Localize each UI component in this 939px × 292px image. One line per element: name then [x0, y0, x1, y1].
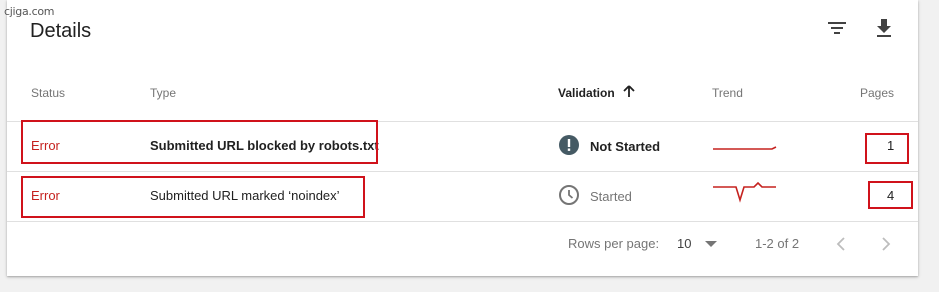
- watermark: cjiga.com: [4, 5, 55, 18]
- validation-cell: Started: [558, 184, 632, 209]
- clock-icon: [558, 184, 580, 209]
- details-card: Details Status Type Validation Trend Pag…: [7, 0, 918, 276]
- highlight-box: [868, 181, 913, 209]
- validation-label: Started: [590, 189, 632, 204]
- filter-icon: [827, 20, 847, 41]
- card-title: Details: [30, 20, 92, 42]
- rows-per-page-value: 10: [677, 236, 692, 251]
- highlight-box: [21, 176, 365, 218]
- table-bottom-divider: [7, 221, 918, 222]
- header-pages: Pages: [860, 86, 895, 100]
- trend-sparkline: [712, 180, 778, 207]
- chevron-right-icon: [881, 236, 891, 256]
- filter-button[interactable]: [823, 16, 851, 44]
- highlight-box: [21, 120, 378, 164]
- trend-sparkline: [712, 136, 778, 159]
- caret-down-icon: [705, 236, 718, 251]
- next-page-button[interactable]: [874, 234, 898, 258]
- validation-label: Not Started: [590, 139, 661, 154]
- pagination-range: 1-2 of 2: [755, 236, 800, 251]
- rows-per-page-label: Rows per page:: [568, 236, 660, 251]
- header-validation-label: Validation: [558, 86, 615, 100]
- highlight-box: [865, 133, 909, 164]
- header-validation[interactable]: Validation: [558, 85, 635, 101]
- arrow-up-icon: [623, 85, 635, 101]
- chevron-left-icon: [836, 236, 846, 256]
- download-button[interactable]: [870, 16, 898, 44]
- exclamation-circle-icon: [558, 134, 580, 159]
- download-icon: [875, 18, 893, 43]
- prev-page-button[interactable]: [829, 234, 853, 258]
- header-status: Status: [31, 86, 66, 100]
- header-trend: Trend: [712, 86, 743, 100]
- validation-cell: Not Started: [558, 134, 660, 159]
- rows-per-page-select[interactable]: 10: [677, 236, 718, 251]
- header-type: Type: [150, 86, 177, 100]
